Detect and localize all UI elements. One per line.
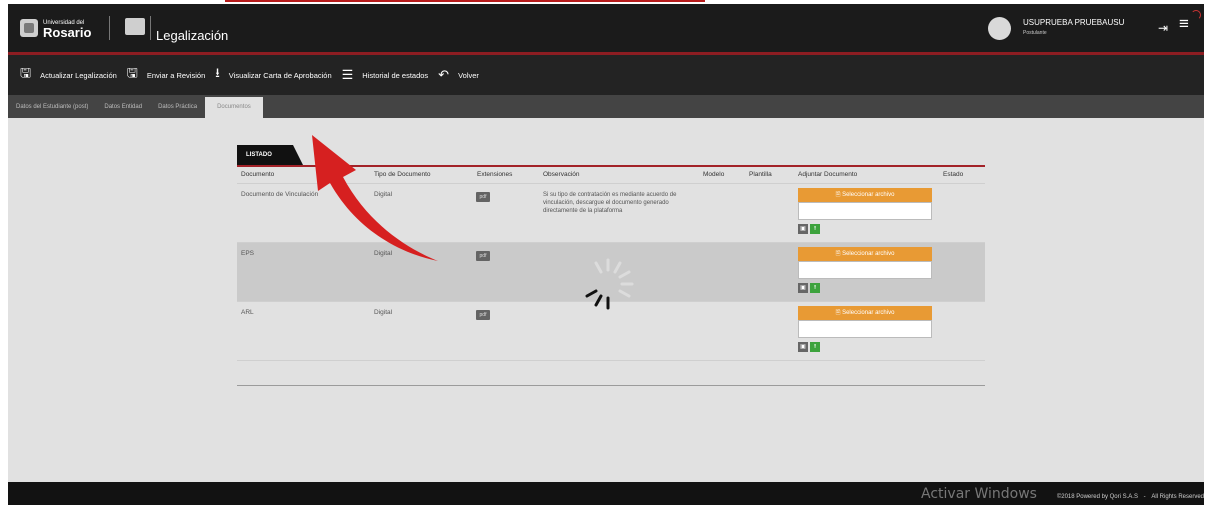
documento-cell: ARL [241,309,254,316]
enviar-revision-button[interactable]: 🖫 Enviar a Revisión [127,64,205,86]
header-divider [109,16,110,40]
app-window: Universidad del Rosario Legalización USU… [8,4,1204,505]
notification-indicator [1191,10,1201,20]
user-avatar[interactable] [988,17,1011,40]
section-tabs: Datos del Estudiante (post) Datos Entida… [8,95,1204,118]
select-file-button[interactable]: 🗎 Seleccionar archivo [798,306,932,320]
undo-icon: ↶ [438,67,450,82]
file-input[interactable] [798,320,932,338]
faculty-logo-icon [125,18,145,35]
visualizar-carta-button[interactable]: ⭳ Visualizar Carta de Aprobación [215,64,331,86]
top-bar: Universidad del Rosario Legalización USU… [8,4,1204,55]
pdf-extension-icon: pdf [476,192,490,202]
university-crest-icon [20,19,38,37]
tab-datos-practica[interactable]: Datos Práctica [150,104,205,118]
volver-button[interactable]: ↶ Volver [438,67,479,83]
column-header: Observación [543,171,580,178]
upload-icon[interactable]: ⭱ [810,342,820,352]
column-header: Adjuntar Documento [798,171,858,178]
powered-by-text: ©2018 Powered by Qori S.A.S [1056,494,1138,500]
brand-large-text: Rosario [43,25,92,40]
save-icon: 🖫 [126,65,138,80]
column-header: Extensiones [477,171,513,178]
listado-tab: LISTADO [237,145,303,165]
university-logo[interactable]: Universidad del Rosario [20,15,91,41]
download-icon: ⭳ [215,65,220,80]
tipo-cell: Digital [374,309,393,316]
loading-spinner-icon [585,258,634,310]
footer-separator: - [1143,494,1146,500]
top-red-accent [225,0,705,2]
save-icon: 🖫 [20,65,32,80]
column-header: Documento [241,171,275,178]
pdf-extension-icon: pdf [476,251,490,261]
list-icon: ☰ [341,67,354,82]
activation-watermark: Activar Windows [921,486,1037,502]
app-title: Legalización [156,28,229,43]
column-header: Modelo [703,171,725,178]
footer-credits: ©2018 Powered by Qori S.A.S - All Rights… [1053,494,1204,500]
file-input[interactable] [798,261,932,279]
pdf-extension-icon: pdf [476,310,490,320]
view-document-icon[interactable]: ▣ [798,342,808,352]
view-document-icon[interactable]: ▣ [798,283,808,293]
historial-estados-button[interactable]: ☰ Historial de estados [342,67,429,83]
header-divider [150,16,151,40]
select-file-button[interactable]: 🗎 Seleccionar archivo [798,247,932,261]
action-toolbar: 🖫 Actualizar Legalización 🖫 Enviar a Rev… [8,55,1204,95]
user-role: Postulante [1023,30,1047,36]
logout-icon[interactable]: ⇥ [1158,21,1168,35]
upload-icon[interactable]: ⭱ [810,224,820,234]
observacion-cell: Si su tipo de contratación es mediante a… [543,192,677,214]
table-bottom-border [237,385,985,386]
view-document-icon[interactable]: ▣ [798,224,808,234]
documento-cell: EPS [241,250,255,257]
file-input[interactable] [798,202,932,220]
hamburger-menu-icon[interactable]: ≡ [1179,15,1189,33]
annotation-arrow-icon [312,135,438,261]
tab-datos-entidad[interactable]: Datos Entidad [96,104,150,118]
actualizar-legalizacion-button[interactable]: 🖫 Actualizar Legalización [20,64,117,86]
column-header: Estado [943,171,964,178]
rights-text: All Rights Reserved [1151,494,1204,500]
select-file-button[interactable]: 🗎 Seleccionar archivo [798,188,932,202]
tab-documentos[interactable]: Documentos [205,97,263,118]
user-name: USUPRUEBA PRUEBAUSU [1023,18,1125,27]
tab-datos-estudiante[interactable]: Datos del Estudiante (post) [8,104,96,118]
upload-icon[interactable]: ⭱ [810,283,820,293]
column-header: Plantilla [749,171,772,178]
